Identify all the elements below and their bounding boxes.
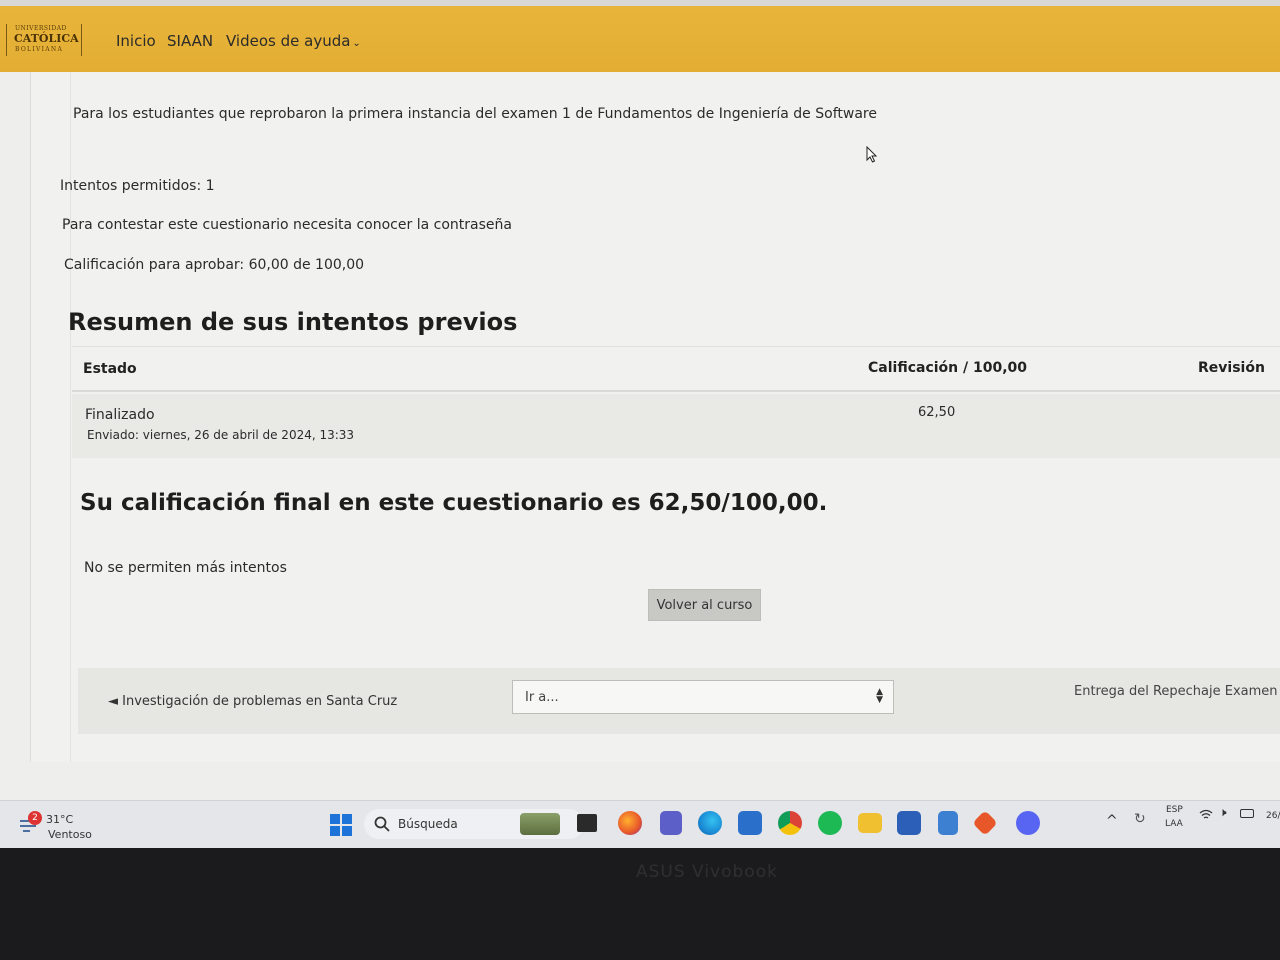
- edge-icon[interactable]: [698, 811, 722, 835]
- column-header-calificacion: Calificación / 100,00: [868, 360, 1028, 376]
- weather-badge: 2: [28, 811, 42, 825]
- windows-start-icon[interactable]: [330, 814, 352, 836]
- no-more-attempts-text: No se permiten más intentos: [84, 560, 287, 576]
- weather-temperature: 31°C: [46, 813, 74, 826]
- microsoft-store-icon[interactable]: [738, 811, 762, 835]
- windows-taskbar: 2 31°C Ventoso Búsqueda ^ ↻ ESP LAA 🕨 26…: [0, 800, 1280, 848]
- attempts-table: Estado Calificación / 100,00 Revisión Fi…: [72, 346, 1280, 458]
- column-header-estado: Estado: [83, 361, 137, 377]
- sync-icon[interactable]: ↻: [1134, 811, 1146, 827]
- file-explorer-icon[interactable]: [858, 813, 882, 833]
- attempt-submitted-date: Enviado: viernes, 26 de abril de 2024, 1…: [87, 428, 355, 442]
- quiz-description: Para los estudiantes que reprobaron la p…: [73, 106, 877, 122]
- weather-description: Ventoso: [48, 828, 92, 841]
- column-header-revision: Revisión: [1198, 360, 1265, 376]
- content-divider: [70, 72, 71, 762]
- nav-link-videos-label: Videos de ayuda: [226, 32, 351, 50]
- laptop-brand-label: ASUS Vivobook: [636, 862, 778, 882]
- select-arrows-icon: ▲ ▼: [876, 687, 883, 705]
- word-icon[interactable]: [897, 811, 921, 835]
- battery-icon[interactable]: [1240, 809, 1254, 818]
- nav-link-siaan[interactable]: SIAAN: [167, 32, 213, 50]
- screen: UNIVERSIDAD CATÓLICA BOLIVIANA Inicio SI…: [0, 0, 1280, 848]
- back-to-course-button[interactable]: Volver al curso: [648, 589, 761, 621]
- weather-widget[interactable]: 2 31°C Ventoso: [18, 809, 108, 843]
- nav-link-inicio[interactable]: Inicio: [116, 32, 156, 50]
- search-label: Búsqueda: [398, 817, 458, 831]
- git-icon[interactable]: [972, 810, 998, 836]
- attempts-summary-heading: Resumen de sus intentos previos: [68, 308, 518, 336]
- language-line2[interactable]: LAA: [1165, 819, 1183, 829]
- password-notice: Para contestar este cuestionario necesit…: [62, 217, 512, 233]
- notepad-icon[interactable]: [938, 811, 958, 835]
- task-view-icon[interactable]: [577, 814, 597, 832]
- wifi-icon[interactable]: [1199, 809, 1213, 821]
- widgets-bonsai-icon[interactable]: [520, 813, 560, 835]
- previous-activity-link[interactable]: ◄ Investigación de problemas en Santa Cr…: [108, 694, 397, 709]
- volume-muted-icon[interactable]: 🕨: [1219, 805, 1227, 820]
- search-icon: [374, 816, 390, 832]
- firefox-icon[interactable]: [618, 811, 642, 835]
- nav-link-videos-de-ayuda[interactable]: Videos de ayuda ⌄: [226, 32, 361, 50]
- chrome-icon[interactable]: [778, 811, 802, 835]
- logo-text-main: CATÓLICA: [14, 32, 79, 45]
- table-row: Finalizado Enviado: viernes, 26 de abril…: [72, 394, 1280, 458]
- teams-icon[interactable]: [660, 811, 682, 835]
- attempt-status: Finalizado: [85, 407, 155, 423]
- table-header: Estado Calificación / 100,00 Revisión: [72, 346, 1280, 392]
- logo-text-bottom: BOLIVIANA: [15, 46, 64, 53]
- chevron-down-icon: ⌄: [352, 38, 361, 49]
- logo-text-top: UNIVERSIDAD: [15, 25, 67, 32]
- discord-icon[interactable]: [1016, 811, 1040, 835]
- spotify-icon[interactable]: [818, 811, 842, 835]
- taskbar-search[interactable]: Búsqueda: [364, 809, 584, 839]
- next-activity-link[interactable]: Entrega del Repechaje Examen 1 ►: [1074, 684, 1280, 699]
- language-line1[interactable]: ESP: [1166, 805, 1183, 815]
- activity-navigation: ◄ Investigación de problemas en Santa Cr…: [78, 668, 1280, 734]
- top-navbar: UNIVERSIDAD CATÓLICA BOLIVIANA Inicio SI…: [0, 0, 1280, 72]
- pass-grade: Calificación para aprobar: 60,00 de 100,…: [64, 257, 365, 273]
- attempt-grade: 62,50: [918, 405, 956, 420]
- mouse-cursor-icon: [866, 146, 878, 163]
- date-partial: 26/: [1266, 811, 1280, 821]
- jump-to-select[interactable]: Ir a... ▲ ▼: [512, 680, 894, 714]
- chevron-up-icon[interactable]: ^: [1106, 813, 1118, 829]
- jump-to-placeholder: Ir a...: [525, 690, 559, 705]
- attempts-allowed: Intentos permitidos: 1: [60, 178, 215, 194]
- university-logo[interactable]: UNIVERSIDAD CATÓLICA BOLIVIANA: [6, 24, 82, 56]
- final-grade-heading: Su calificación final en este cuestionar…: [80, 490, 828, 516]
